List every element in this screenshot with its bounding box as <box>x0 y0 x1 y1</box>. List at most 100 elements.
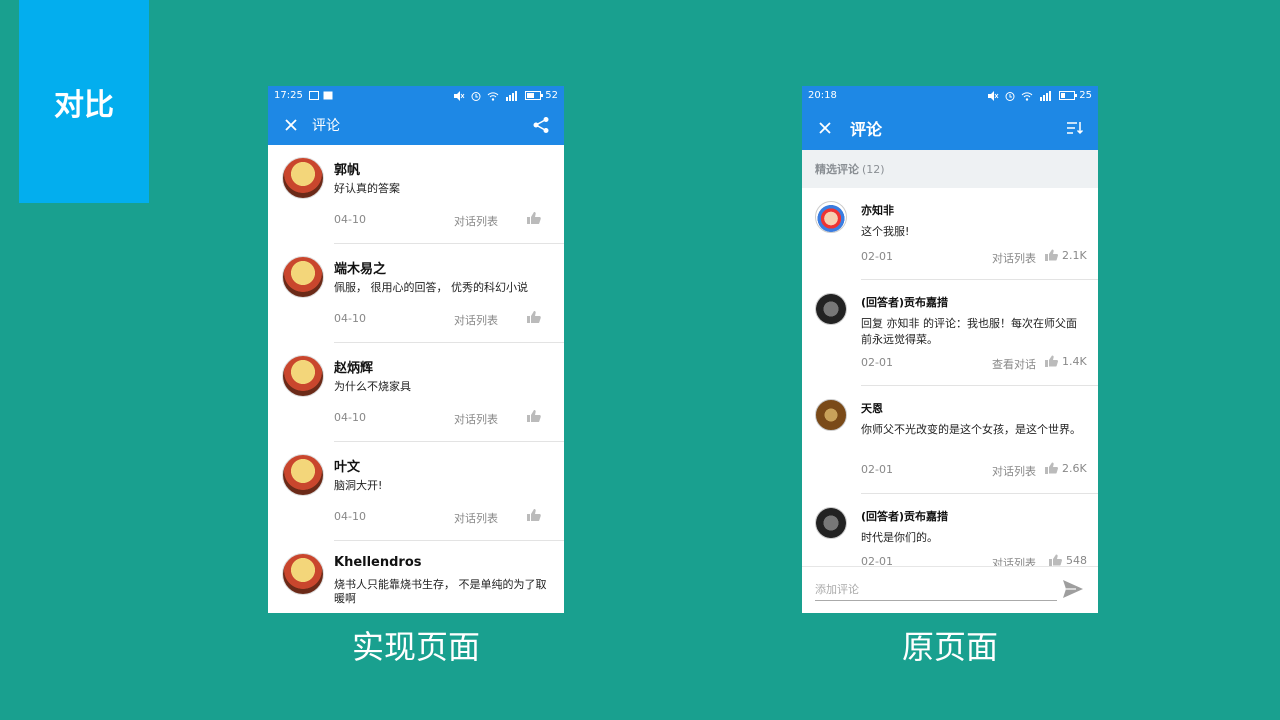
thumbs-up-icon <box>1045 249 1058 261</box>
implemented-page-screen: 17:25 52 评论 郭帆 好认真的答案 04-10 对话列表 端木易之 佩服… <box>268 86 564 613</box>
share-icon[interactable] <box>532 116 550 134</box>
status-bar: 17:25 52 <box>268 86 564 105</box>
comment-text: 佩服， 很用心的回答， 优秀的科幻小说 <box>334 281 528 294</box>
list-item: (回答者)贡布嘉措 回复 亦知非 的评论：我也服！每次在师父面前永远觉得菜。 0… <box>802 280 1098 386</box>
signal-icon <box>1040 90 1052 101</box>
like-count: 2.1K <box>1062 249 1087 262</box>
dialog-list-link[interactable]: 对话列表 <box>454 213 498 229</box>
thumbs-up-icon[interactable] <box>526 508 542 522</box>
app-bar: 评论 <box>268 105 564 145</box>
comment-date: 02-01 <box>861 250 893 263</box>
comment-text: 时代是你们的。 <box>861 531 938 544</box>
comment-text: 脑洞大开! <box>334 479 383 492</box>
comment-list: 郭帆 好认真的答案 04-10 对话列表 端木易之 佩服， 很用心的回答， 优秀… <box>268 145 564 613</box>
thumbs-up-icon[interactable] <box>526 310 542 324</box>
dialog-list-link[interactable]: 对话列表 <box>454 510 498 526</box>
comment-date: 04-10 <box>334 411 366 424</box>
like-count: 1.4K <box>1062 355 1087 368</box>
mute-icon <box>988 90 999 101</box>
list-item: 亦知非 这个我服! 02-01 对话列表 2.1K <box>802 188 1098 280</box>
list-item: (回答者)贡布嘉措 时代是你们的。 02-01 对话列表 548 <box>802 494 1098 574</box>
comment-text: 回复 亦知非 的评论：我也服！每次在师父面前永远觉得菜。 <box>861 317 1077 346</box>
status-bar: 20:18 25 <box>802 86 1098 105</box>
page-title: 评论 <box>312 118 340 134</box>
alarm-icon <box>471 91 481 101</box>
comment-date: 04-10 <box>334 213 366 226</box>
dialog-list-link[interactable]: 对话列表 <box>454 312 498 328</box>
thumbs-up-icon <box>1045 462 1058 474</box>
avatar[interactable] <box>815 399 847 431</box>
comment-input[interactable] <box>815 580 1057 601</box>
dialog-list-link[interactable]: 对话列表 <box>992 463 1036 479</box>
avatar[interactable] <box>815 507 847 539</box>
section-count: (12) <box>862 162 885 176</box>
signal-icon <box>506 90 518 101</box>
wifi-icon <box>487 91 499 101</box>
comment-text: 为什么不烧家具 <box>334 380 411 393</box>
list-item: 天恩 你师父不光改变的是这个女孩，是这个世界。 02-01 对话列表 2.6K <box>802 386 1098 494</box>
battery-icon <box>1059 91 1078 100</box>
status-time: 20:18 <box>808 90 837 101</box>
thumbs-up-icon[interactable] <box>526 211 542 225</box>
comment-date: 02-01 <box>861 356 893 369</box>
avatar[interactable] <box>282 553 324 595</box>
list-item: 端木易之 佩服， 很用心的回答， 优秀的科幻小说 04-10 对话列表 <box>268 244 564 343</box>
section-label: 精选评论 <box>815 163 859 176</box>
comment-text: 烧书人只能靠烧书生存， 不是单纯的为了取暖啊 <box>334 578 547 605</box>
compare-badge: 对比 <box>19 0 149 203</box>
comment-text: 好认真的答案 <box>334 182 400 195</box>
avatar[interactable] <box>282 454 324 496</box>
wifi-icon <box>1021 91 1033 101</box>
avatar[interactable] <box>282 256 324 298</box>
like-count: 2.6K <box>1062 462 1087 475</box>
comment-date: 02-01 <box>861 463 893 476</box>
avatar[interactable] <box>815 293 847 325</box>
comment-author: 端木易之 <box>334 262 387 277</box>
implemented-page-caption: 实现页面 <box>351 628 480 666</box>
avatar[interactable] <box>282 157 324 199</box>
sort-icon[interactable] <box>1066 120 1084 136</box>
like-button[interactable]: 2.6K <box>1044 462 1087 475</box>
comment-input-bar <box>802 566 1098 613</box>
comment-date: 04-10 <box>334 510 366 523</box>
view-dialog-link[interactable]: 查看对话 <box>992 356 1036 372</box>
original-page-screen: 20:18 25 评论 精选评论 (12) 亦知非 这个我服! 02-01 对话… <box>802 86 1098 613</box>
battery-icon <box>525 91 544 100</box>
comment-author: 郭帆 <box>334 163 361 178</box>
comment-author: 叶文 <box>334 460 361 475</box>
avatar[interactable] <box>282 355 324 397</box>
thumbs-up-icon[interactable] <box>526 409 542 423</box>
list-item: 叶文 脑洞大开! 04-10 对话列表 <box>268 442 564 541</box>
comment-author: 赵炳辉 <box>334 361 374 376</box>
close-icon[interactable] <box>284 118 298 132</box>
battery-level: 25 <box>1079 90 1092 101</box>
close-icon[interactable] <box>818 121 832 135</box>
comment-author: Khellendros <box>334 555 422 570</box>
alarm-icon <box>1005 91 1015 101</box>
dialog-list-link[interactable]: 对话列表 <box>992 250 1036 266</box>
dialog-list-link[interactable]: 对话列表 <box>454 411 498 427</box>
comment-list: 亦知非 这个我服! 02-01 对话列表 2.1K (回答者)贡布嘉措 回复 亦… <box>802 188 1098 574</box>
status-time: 17:25 <box>274 90 303 101</box>
comment-author: (回答者)贡布嘉措 <box>861 510 949 523</box>
app-bar: 评论 <box>802 105 1098 150</box>
comment-author: 亦知非 <box>861 204 894 217</box>
comment-text: 这个我服! <box>861 225 910 238</box>
list-item: Khellendros 烧书人只能靠烧书生存， 不是单纯的为了取暖啊 <box>268 541 564 613</box>
send-icon[interactable] <box>1062 579 1084 599</box>
notification-icons <box>308 91 333 100</box>
page-title: 评论 <box>850 119 883 139</box>
comment-author: 天恩 <box>861 402 883 415</box>
mute-icon <box>454 90 465 101</box>
original-page-caption: 原页面 <box>901 628 998 666</box>
like-button[interactable]: 2.1K <box>1044 249 1087 262</box>
list-item: 郭帆 好认真的答案 04-10 对话列表 <box>268 145 564 244</box>
thumbs-up-icon <box>1045 355 1058 367</box>
featured-comments-header: 精选评论 (12) <box>802 150 1098 188</box>
comment-date: 04-10 <box>334 312 366 325</box>
list-item: 赵炳辉 为什么不烧家具 04-10 对话列表 <box>268 343 564 442</box>
comment-author: (回答者)贡布嘉措 <box>861 296 949 309</box>
battery-level: 52 <box>545 90 558 101</box>
avatar[interactable] <box>815 201 847 233</box>
like-button[interactable]: 1.4K <box>1044 355 1087 368</box>
